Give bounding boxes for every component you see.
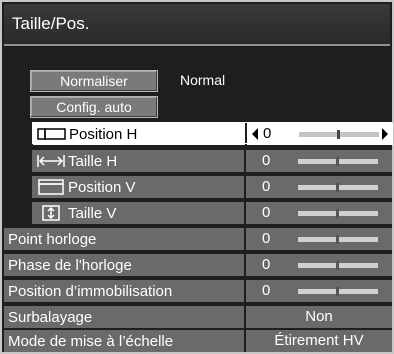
slider-thumb[interactable] (336, 287, 339, 296)
setting-row-position-h[interactable]: Position H 0 (32, 122, 393, 145)
setting-row-size-v[interactable]: Taille V 0 (32, 202, 392, 224)
setting-value[interactable]: 0 (247, 123, 393, 145)
slider-thumb[interactable] (336, 183, 339, 192)
setting-label: Position V (32, 176, 244, 198)
setting-row-scaling-mode[interactable]: Mode de mise à l’échelle Étirement HV (4, 330, 392, 352)
setting-row-size-h[interactable]: Taille H 0 (32, 150, 392, 172)
setting-value[interactable]: 0 (246, 150, 392, 172)
setting-row-dot-clock[interactable]: Point horloge 0 (4, 228, 392, 250)
setting-label: Position d’immobilisation (4, 280, 244, 302)
setting-row-overscan[interactable]: Surbalayage Non (4, 306, 392, 328)
setting-label: Taille H (32, 150, 244, 172)
setting-row-clock-phase[interactable]: Phase de l'horloge 0 (4, 254, 392, 276)
slider-thumb[interactable] (336, 157, 339, 166)
setting-label: Surbalayage (4, 306, 244, 328)
slider-thumb[interactable] (336, 209, 339, 218)
menu-title-bar: Taille/Pos. (4, 4, 390, 46)
normalize-button[interactable]: Normaliser (30, 70, 158, 92)
slider-thumb[interactable] (337, 130, 340, 139)
setting-value[interactable]: 0 (246, 254, 392, 276)
position-h-icon (37, 126, 67, 142)
slider-thumb[interactable] (336, 235, 339, 244)
setting-label: Position H (33, 123, 245, 145)
setting-value[interactable]: 0 (246, 176, 392, 198)
setting-row-position-v[interactable]: Position V 0 (32, 176, 392, 198)
arrow-right-icon[interactable] (382, 128, 388, 140)
slider-thumb[interactable] (336, 261, 339, 270)
setting-value[interactable]: Non (246, 306, 392, 328)
auto-setup-button[interactable]: Config. auto (30, 96, 158, 118)
position-v-icon (36, 179, 66, 195)
osd-menu-window: Taille/Pos. Normaliser Normal Config. au… (0, 0, 394, 354)
setting-row-clamp-position[interactable]: Position d’immobilisation 0 (4, 280, 392, 302)
setting-label: Taille V (32, 202, 244, 224)
setting-label: Phase de l'horloge (4, 254, 244, 276)
setting-value[interactable]: 0 (246, 202, 392, 224)
arrow-left-icon[interactable] (252, 128, 258, 140)
setting-label: Mode de mise à l’échelle (4, 330, 244, 352)
setting-value[interactable]: Étirement HV (246, 330, 392, 352)
setting-label: Point horloge (4, 228, 244, 250)
menu-title: Taille/Pos. (12, 14, 90, 33)
setting-value[interactable]: 0 (246, 280, 392, 302)
size-v-icon (36, 205, 66, 221)
setting-value[interactable]: 0 (246, 228, 392, 250)
size-h-icon (36, 153, 66, 169)
current-mode-text: Normal (180, 72, 226, 88)
